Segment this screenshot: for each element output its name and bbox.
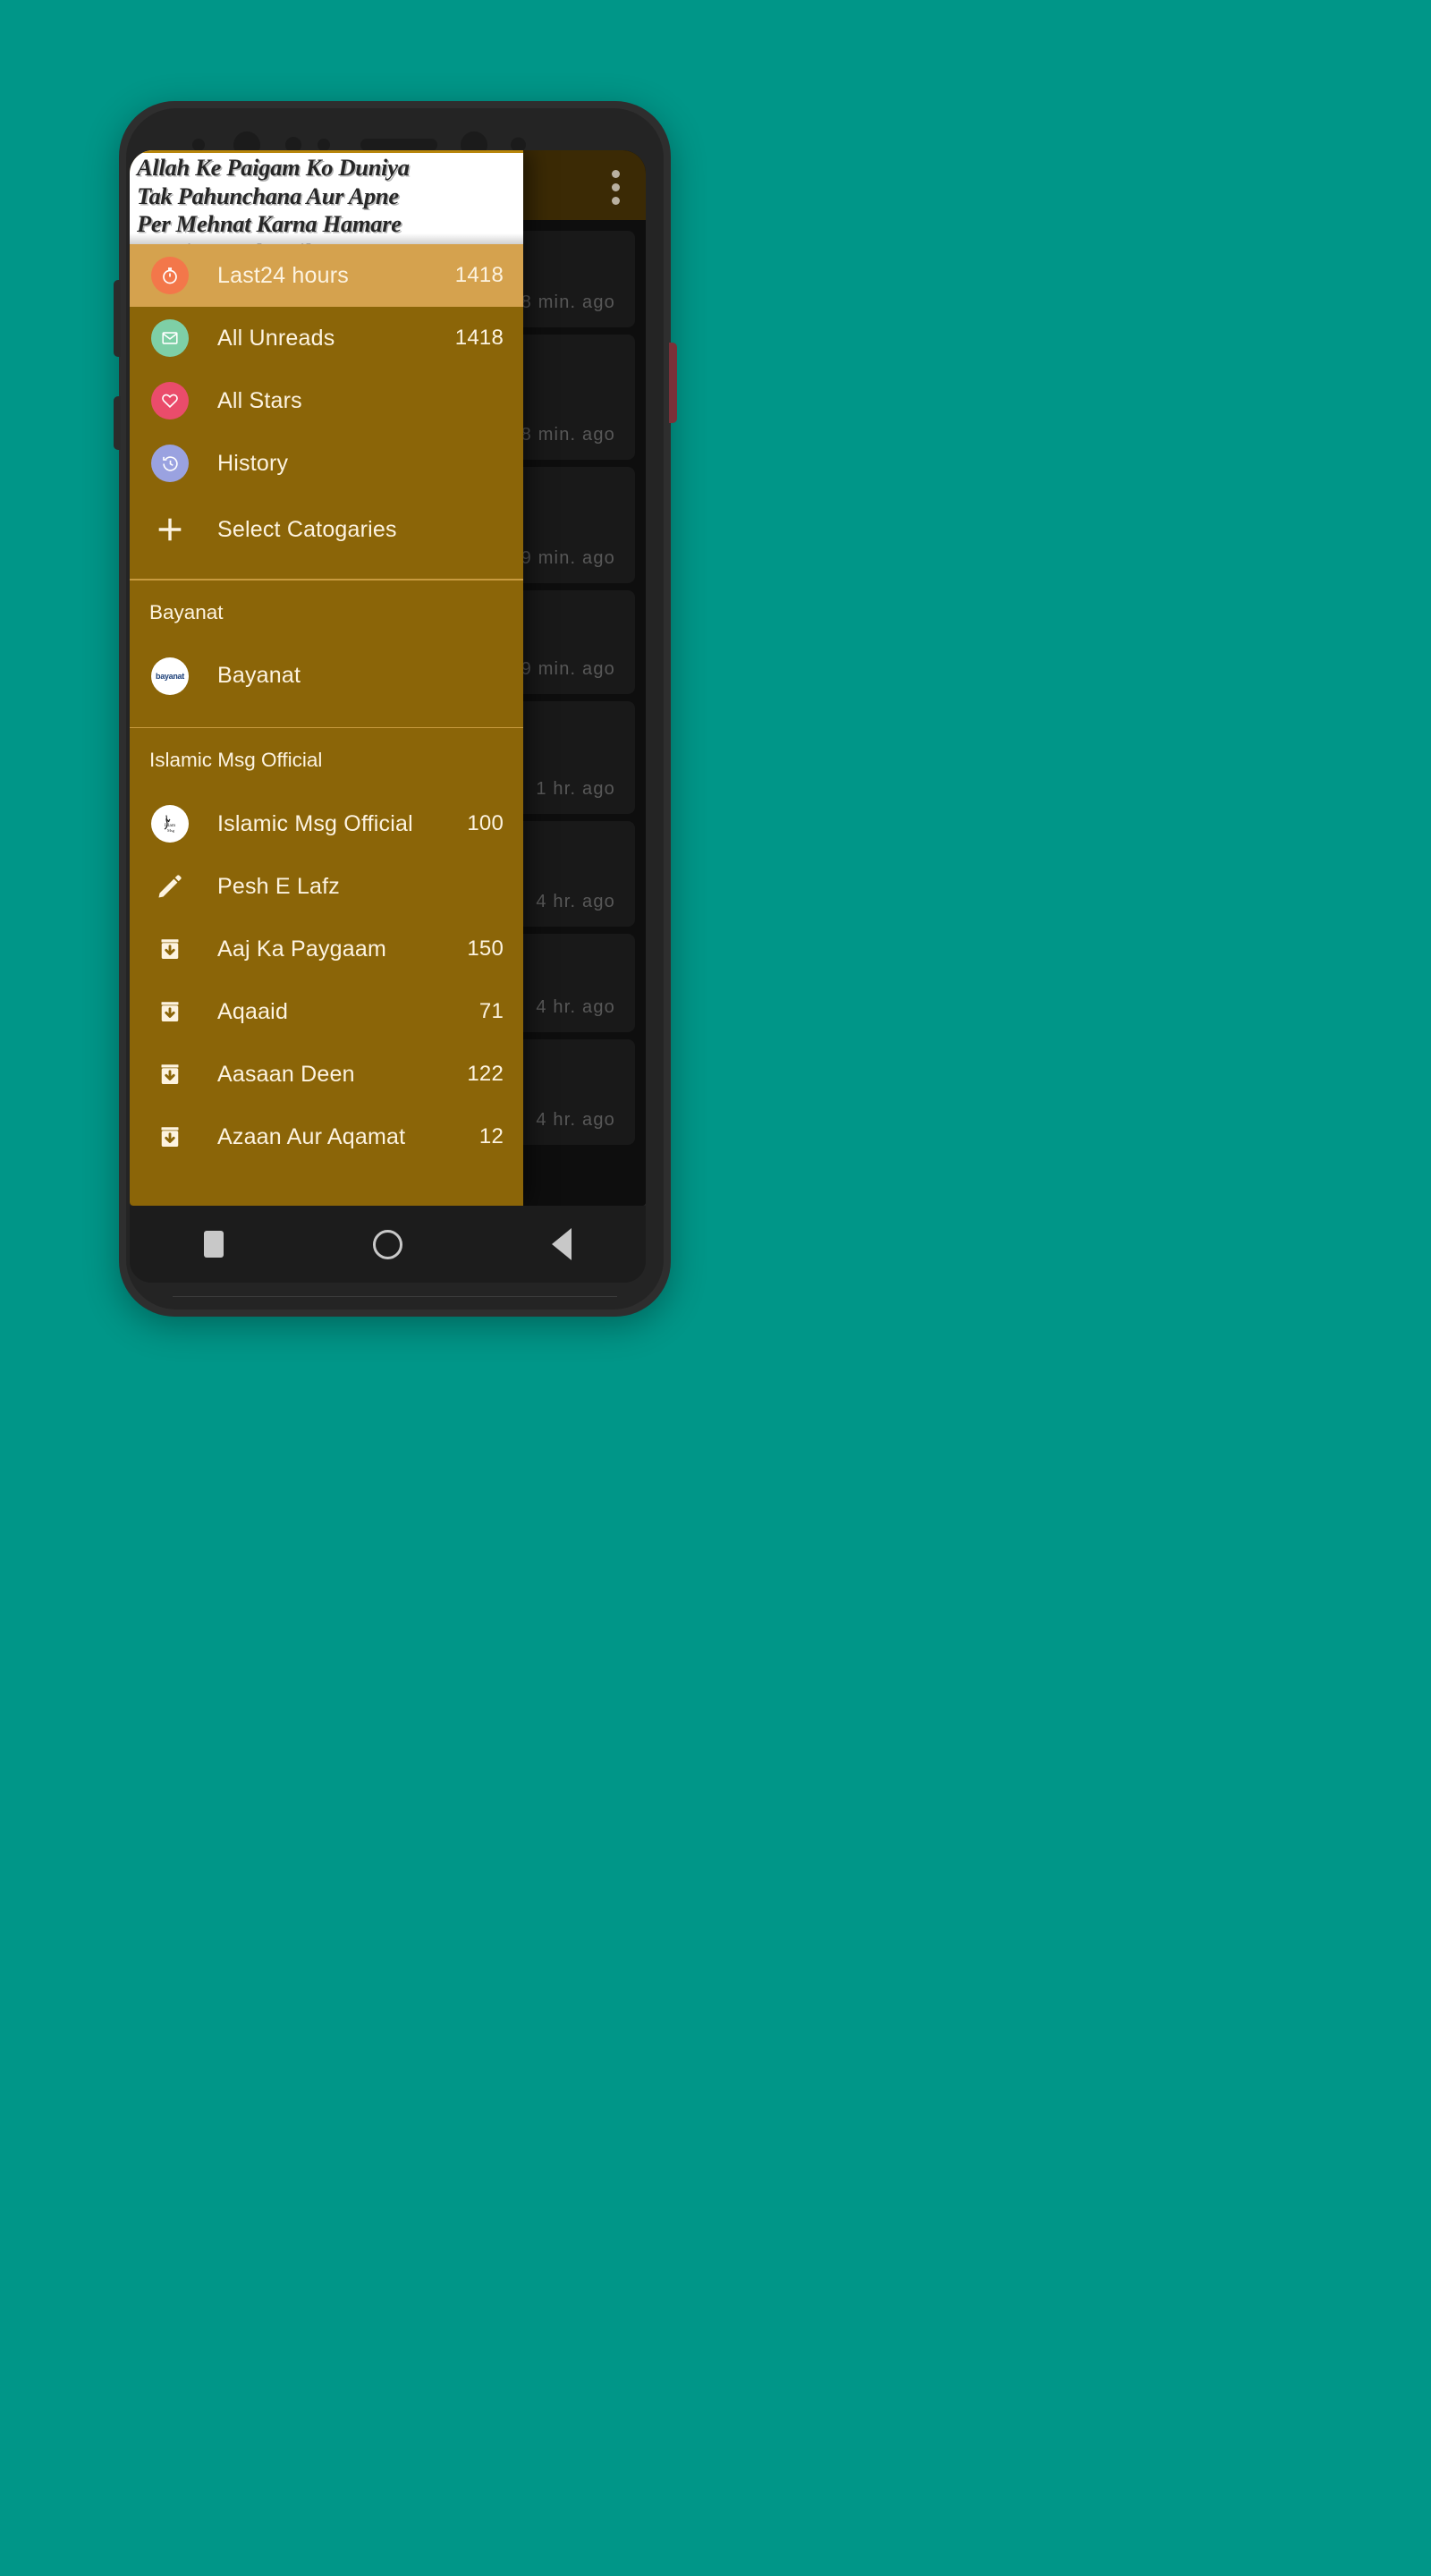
proximity-sensor-icon bbox=[192, 139, 205, 151]
feed-card-time: 4 hr. ago bbox=[536, 892, 615, 911]
drawer-item-label: All Stars bbox=[217, 387, 302, 413]
android-navigation-bar bbox=[130, 1206, 646, 1283]
drawer-item-all-unreads[interactable]: All Unreads 1418 bbox=[130, 307, 523, 369]
more-options-icon[interactable] bbox=[612, 170, 621, 206]
drawer-feed-label: Aaj Ka Paygaam bbox=[217, 936, 387, 962]
archive-download-icon bbox=[149, 928, 191, 970]
archive-download-icon bbox=[149, 1116, 191, 1157]
drawer-header-text: Allah Ke Paigam Ko Duniya Tak Pahunchana… bbox=[137, 154, 410, 244]
phone-device-frame: 8 min. ago 8 min. ago 9 min. ago 9 min. … bbox=[114, 101, 677, 1317]
drawer-item-count: 1418 bbox=[454, 326, 504, 350]
stopwatch-icon bbox=[149, 255, 191, 296]
drawer-header-image: Allah Ke Paigam Ko Duniya Tak Pahunchana… bbox=[130, 150, 523, 244]
volume-up-button[interactable] bbox=[114, 280, 121, 357]
history-clock-icon bbox=[149, 443, 191, 484]
drawer-item-count: 1418 bbox=[454, 263, 504, 287]
home-circle-icon[interactable] bbox=[372, 1229, 402, 1259]
drawer-feed-label: Islamic Msg Official bbox=[217, 810, 413, 836]
navigation-drawer: Allah Ke Paigam Ko Duniya Tak Pahunchana… bbox=[130, 150, 523, 1206]
drawer-item-label: All Unreads bbox=[217, 325, 335, 351]
earpiece-speaker-icon bbox=[360, 139, 437, 151]
archive-download-icon bbox=[149, 991, 191, 1032]
drawer-feed-pesh-e-lafz[interactable]: Pesh E Lafz bbox=[130, 855, 523, 918]
feed-card-time: 4 hr. ago bbox=[536, 997, 615, 1017]
drawer-feed-aasaan-deen[interactable]: Aasaan Deen 122 bbox=[130, 1043, 523, 1106]
feed-card-time: 9 min. ago bbox=[521, 659, 615, 679]
drawer-feed-count: 150 bbox=[467, 936, 504, 961]
feed-card-time: 8 min. ago bbox=[521, 292, 615, 312]
phone-chin-divider bbox=[173, 1296, 617, 1297]
plus-icon bbox=[149, 509, 191, 550]
back-triangle-icon[interactable] bbox=[551, 1228, 572, 1260]
drawer-feed-label: Bayanat bbox=[217, 663, 301, 688]
recents-square-icon[interactable] bbox=[204, 1231, 224, 1258]
drawer-feed-count: 100 bbox=[467, 811, 504, 835]
feed-card-time: 1 hr. ago bbox=[536, 779, 615, 799]
volume-down-button[interactable] bbox=[114, 396, 121, 450]
drawer-feed-islamic-msg-official[interactable]: Islam Msg Islamic Msg Official 100 bbox=[130, 792, 523, 855]
svg-text:Msg: Msg bbox=[167, 828, 175, 833]
drawer-item-select-categories[interactable]: Select Catogaries bbox=[130, 495, 523, 564]
avatar-islamic-msg-icon: Islam Msg bbox=[149, 803, 191, 844]
drawer-header-shade bbox=[130, 233, 523, 244]
feed-card-time: 9 min. ago bbox=[521, 548, 615, 568]
drawer-item-label: History bbox=[217, 450, 289, 476]
avatar-bayanat-icon: bayanat bbox=[149, 656, 191, 697]
drawer-feed-count: 12 bbox=[478, 1124, 504, 1148]
drawer-feed-count: 122 bbox=[467, 1062, 504, 1086]
drawer-item-label: Select Catogaries bbox=[217, 516, 397, 542]
pencil-icon bbox=[149, 866, 191, 907]
ir-sensor-icon bbox=[318, 139, 330, 151]
drawer-feed-label: Azaan Aur Aqamat bbox=[217, 1123, 406, 1149]
drawer-feed-count: 71 bbox=[478, 999, 504, 1023]
archive-download-icon bbox=[149, 1054, 191, 1095]
screenshot-canvas: 8 min. ago 8 min. ago 9 min. ago 9 min. … bbox=[0, 0, 1431, 2576]
drawer-item-last24-hours[interactable]: Last24 hours 1418 bbox=[130, 244, 523, 307]
envelope-icon bbox=[149, 318, 191, 359]
drawer-section-header-islamic-msg-official: Islamic Msg Official bbox=[149, 749, 323, 771]
drawer-feed-aqaaid[interactable]: Aqaaid 71 bbox=[130, 980, 523, 1043]
power-button[interactable] bbox=[669, 343, 677, 423]
feed-card-time: 4 hr. ago bbox=[536, 1110, 615, 1130]
drawer-feed-bayanat[interactable]: bayanat Bayanat bbox=[130, 645, 523, 708]
phone-screen: 8 min. ago 8 min. ago 9 min. ago 9 min. … bbox=[130, 150, 646, 1206]
drawer-item-label: Last24 hours bbox=[217, 262, 349, 288]
heart-icon bbox=[149, 380, 191, 421]
drawer-item-all-stars[interactable]: All Stars bbox=[130, 369, 523, 432]
drawer-section-header-bayanat: Bayanat bbox=[149, 600, 224, 623]
drawer-feed-aaj-ka-paygaam[interactable]: Aaj Ka Paygaam 150 bbox=[130, 918, 523, 980]
drawer-feed-label: Aasaan Deen bbox=[217, 1061, 355, 1087]
drawer-item-history[interactable]: History bbox=[130, 432, 523, 495]
avatar-label: bayanat bbox=[156, 671, 184, 681]
drawer-feed-azaan-aur-aqamat[interactable]: Azaan Aur Aqamat 12 bbox=[130, 1106, 523, 1168]
drawer-feed-label: Aqaaid bbox=[217, 998, 289, 1024]
drawer-feed-label: Pesh E Lafz bbox=[217, 873, 341, 899]
feed-card-time: 8 min. ago bbox=[521, 425, 615, 445]
